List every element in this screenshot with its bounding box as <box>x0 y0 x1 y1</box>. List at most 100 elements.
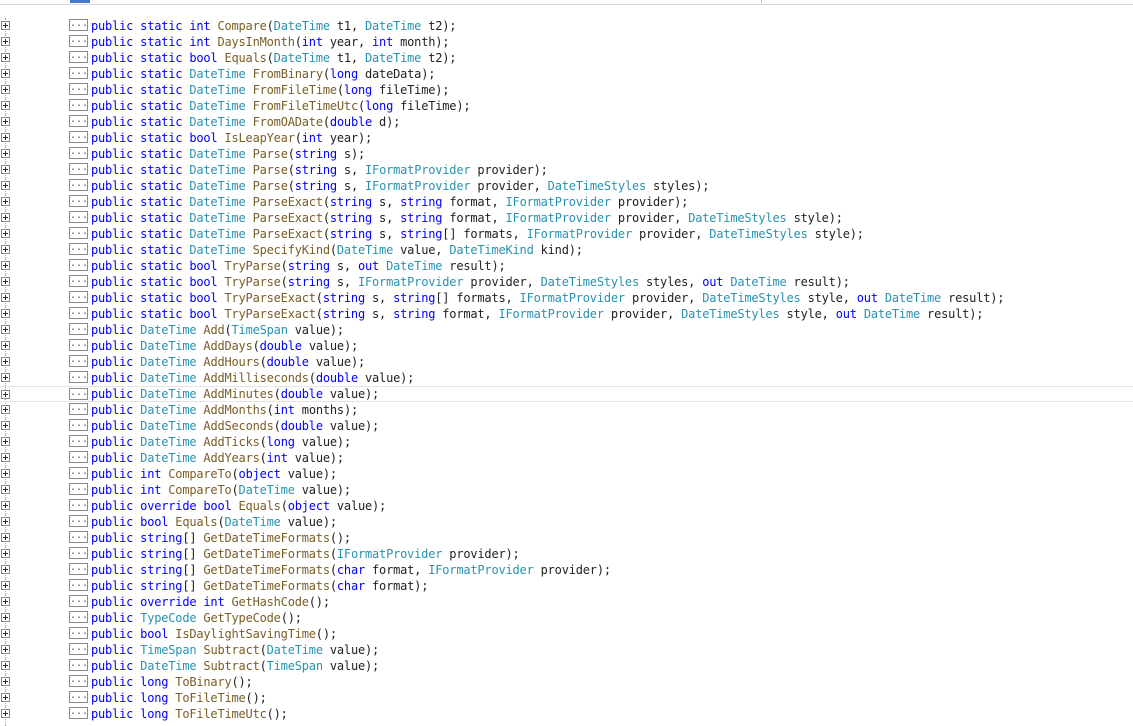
plus-box-icon[interactable] <box>1 357 10 366</box>
plus-box-icon[interactable] <box>1 309 10 318</box>
code-line[interactable]: ... public DateTime AddDays(double value)… <box>0 338 1133 354</box>
plus-box-icon[interactable] <box>1 165 10 174</box>
plus-box-icon[interactable] <box>1 341 10 350</box>
plus-box-icon[interactable] <box>1 613 10 622</box>
collapsed-region-marker[interactable]: ... <box>69 467 88 479</box>
code-line[interactable]: ... public override int GetHashCode(); <box>0 594 1133 610</box>
collapsed-region-marker[interactable]: ... <box>69 643 88 655</box>
plus-box-icon[interactable] <box>1 277 10 286</box>
collapsed-region-marker[interactable]: ... <box>69 371 88 383</box>
collapsed-region-marker[interactable]: ... <box>69 515 88 527</box>
plus-box-icon[interactable] <box>1 101 10 110</box>
collapsed-region-marker[interactable]: ... <box>69 435 88 447</box>
plus-box-icon[interactable] <box>1 453 10 462</box>
collapsed-region-marker[interactable]: ... <box>69 499 88 511</box>
plus-box-icon[interactable] <box>1 373 10 382</box>
plus-box-icon[interactable] <box>1 517 10 526</box>
plus-box-icon[interactable] <box>1 325 10 334</box>
code-line[interactable]: ... public static bool TryParse(string s,… <box>0 258 1133 274</box>
plus-box-icon[interactable] <box>1 421 10 430</box>
plus-box-icon[interactable] <box>1 469 10 478</box>
code-line[interactable]: ... public static DateTime ParseExact(str… <box>0 194 1133 210</box>
plus-box-icon[interactable] <box>1 181 10 190</box>
collapsed-region-marker[interactable]: ... <box>69 179 88 191</box>
code-line[interactable]: ... public static DateTime Parse(string s… <box>0 162 1133 178</box>
collapsed-region-marker[interactable]: ... <box>69 547 88 559</box>
code-line[interactable]: ... public string[] GetDateTimeFormats(IF… <box>0 546 1133 562</box>
code-line[interactable]: ... public static DateTime FromOADate(dou… <box>0 114 1133 130</box>
collapsed-region-marker[interactable]: ... <box>69 19 88 31</box>
plus-box-icon[interactable] <box>1 501 10 510</box>
plus-box-icon[interactable] <box>1 645 10 654</box>
code-line[interactable]: ... public static int DaysInMonth(int yea… <box>0 34 1133 50</box>
code-line[interactable]: ... public long ToFileTime(); <box>0 690 1133 706</box>
plus-box-icon[interactable] <box>1 261 10 270</box>
collapsed-region-marker[interactable]: ... <box>69 51 88 63</box>
collapsed-region-marker[interactable]: ... <box>69 659 88 671</box>
plus-box-icon[interactable] <box>1 197 10 206</box>
code-line[interactable]: ... public static int Compare(DateTime t1… <box>0 18 1133 34</box>
plus-box-icon[interactable] <box>1 21 10 30</box>
code-line[interactable]: ... public static bool IsLeapYear(int yea… <box>0 130 1133 146</box>
plus-box-icon[interactable] <box>1 709 10 718</box>
code-line[interactable]: ... public string[] GetDateTimeFormats(ch… <box>0 578 1133 594</box>
code-line[interactable]: ... public static DateTime FromBinary(lon… <box>0 66 1133 82</box>
code-line[interactable]: ... public bool IsDaylightSavingTime(); <box>0 626 1133 642</box>
code-line[interactable]: ... public bool Equals(DateTime value); <box>0 514 1133 530</box>
plus-box-icon[interactable] <box>1 693 10 702</box>
code-line[interactable]: ... public override bool Equals(object va… <box>0 498 1133 514</box>
plus-box-icon[interactable] <box>1 533 10 542</box>
collapsed-region-marker[interactable]: ... <box>69 67 88 79</box>
code-line[interactable]: ... public DateTime AddHours(double value… <box>0 354 1133 370</box>
collapsed-region-marker[interactable]: ... <box>69 35 88 47</box>
plus-box-icon[interactable] <box>1 229 10 238</box>
collapsed-region-marker[interactable]: ... <box>69 531 88 543</box>
plus-box-icon[interactable] <box>1 37 10 46</box>
code-line[interactable]: ... public DateTime AddMonths(int months)… <box>0 402 1133 418</box>
plus-box-icon[interactable] <box>1 133 10 142</box>
collapsed-region-marker[interactable]: ... <box>69 563 88 575</box>
code-line[interactable]: ... public DateTime AddMinutes(double val… <box>0 386 1133 402</box>
plus-box-icon[interactable] <box>1 85 10 94</box>
collapsed-region-marker[interactable]: ... <box>69 115 88 127</box>
code-line[interactable]: ... public static DateTime Parse(string s… <box>0 178 1133 194</box>
plus-box-icon[interactable] <box>1 629 10 638</box>
plus-box-icon[interactable] <box>1 69 10 78</box>
plus-box-icon[interactable] <box>1 149 10 158</box>
collapsed-region-marker[interactable]: ... <box>69 691 88 703</box>
plus-box-icon[interactable] <box>1 293 10 302</box>
plus-box-icon[interactable] <box>1 53 10 62</box>
plus-box-icon[interactable] <box>1 390 10 399</box>
code-editor[interactable]: ... public static int Compare(DateTime t1… <box>0 0 1133 726</box>
code-line[interactable]: ... public DateTime Add(TimeSpan value); <box>0 322 1133 338</box>
plus-box-icon[interactable] <box>1 437 10 446</box>
collapsed-region-marker[interactable]: ... <box>69 131 88 143</box>
collapsed-region-marker[interactable]: ... <box>69 579 88 591</box>
collapsed-region-marker[interactable]: ... <box>69 163 88 175</box>
collapsed-region-marker[interactable]: ... <box>69 275 88 287</box>
collapsed-region-marker[interactable]: ... <box>69 355 88 367</box>
collapsed-region-marker[interactable]: ... <box>69 195 88 207</box>
plus-box-icon[interactable] <box>1 213 10 222</box>
collapsed-region-marker[interactable]: ... <box>69 99 88 111</box>
collapsed-region-marker[interactable]: ... <box>69 388 88 400</box>
code-line[interactable]: ... public static DateTime Parse(string s… <box>0 146 1133 162</box>
code-line[interactable]: ... public static DateTime ParseExact(str… <box>0 226 1133 242</box>
collapsed-region-marker[interactable]: ... <box>69 259 88 271</box>
collapsed-region-marker[interactable]: ... <box>69 147 88 159</box>
collapsed-region-marker[interactable]: ... <box>69 675 88 687</box>
plus-box-icon[interactable] <box>1 245 10 254</box>
collapsed-region-marker[interactable]: ... <box>69 419 88 431</box>
collapsed-region-marker[interactable]: ... <box>69 227 88 239</box>
plus-box-icon[interactable] <box>1 117 10 126</box>
collapsed-region-marker[interactable]: ... <box>69 211 88 223</box>
code-line[interactable]: ... public DateTime AddYears(int value); <box>0 450 1133 466</box>
plus-box-icon[interactable] <box>1 677 10 686</box>
plus-box-icon[interactable] <box>1 661 10 670</box>
collapsed-region-marker[interactable]: ... <box>69 483 88 495</box>
code-line[interactable]: ... public static bool Equals(DateTime t1… <box>0 50 1133 66</box>
collapsed-region-marker[interactable]: ... <box>69 243 88 255</box>
code-line[interactable]: ... public static bool TryParseExact(stri… <box>0 306 1133 322</box>
collapsed-region-marker[interactable]: ... <box>69 707 88 719</box>
code-line[interactable]: ... public static bool TryParseExact(stri… <box>0 290 1133 306</box>
